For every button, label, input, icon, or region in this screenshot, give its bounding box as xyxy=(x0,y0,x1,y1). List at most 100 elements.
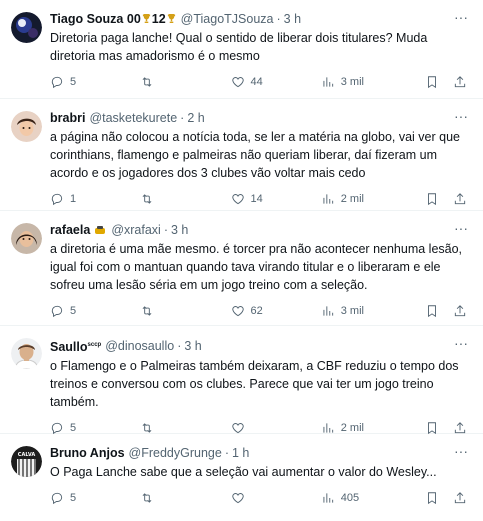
views-button[interactable]: 405 xyxy=(321,491,391,505)
timestamp[interactable]: 1 h xyxy=(232,444,249,462)
reply-button[interactable]: 1 xyxy=(50,192,120,206)
reply-count: 5 xyxy=(70,76,77,88)
reply-count: 5 xyxy=(70,422,77,435)
display-name[interactable]: Saullosccp xyxy=(50,336,101,356)
bookmark-icon[interactable] xyxy=(425,304,439,318)
action-bar: 5 44 3 mil xyxy=(50,65,469,99)
more-icon[interactable]: ··· xyxy=(453,10,469,26)
avatar[interactable]: CALVA xyxy=(11,446,42,477)
separator-dot: · xyxy=(276,12,281,26)
emoji-icon xyxy=(95,225,106,234)
reply-tweet[interactable]: Saullosccp @dinosaullo · 3 h ··· o Flame… xyxy=(0,326,483,435)
retweet-icon xyxy=(142,306,152,316)
separator-dot: · xyxy=(180,111,185,125)
tweet-text: a diretoria é uma mãe mesmo. é torcer pr… xyxy=(50,242,463,292)
like-icon xyxy=(231,306,244,317)
retweet-button[interactable] xyxy=(140,304,210,318)
action-bar: 5 405 xyxy=(50,481,469,515)
avatar[interactable] xyxy=(11,111,42,142)
tweet-content: rafaela @xrafaxi · 3 h ··· a diretoria é… xyxy=(50,221,469,325)
timestamp[interactable]: 3 h xyxy=(184,337,201,355)
share-icon[interactable] xyxy=(453,75,467,89)
reply-icon xyxy=(51,193,63,206)
reply-button[interactable]: 5 xyxy=(50,304,120,318)
views-button[interactable]: 3 mil xyxy=(321,75,391,89)
reply-icon xyxy=(51,305,63,318)
more-icon[interactable]: ··· xyxy=(453,336,469,352)
share-icon[interactable] xyxy=(453,304,467,318)
tweet-header: rafaela @xrafaxi · 3 h xyxy=(50,221,469,239)
more-icon[interactable]: ··· xyxy=(453,444,469,460)
view-count: 2 mil xyxy=(340,422,364,435)
like-icon xyxy=(231,77,244,88)
display-name[interactable]: Bruno Anjos xyxy=(50,444,125,462)
user-handle[interactable]: @TiagoTJSouza xyxy=(181,10,274,28)
view-count: 2 mil xyxy=(340,193,364,205)
tail-actions xyxy=(411,491,467,505)
more-icon[interactable]: ··· xyxy=(453,221,469,237)
views-icon xyxy=(323,306,333,316)
share-icon[interactable] xyxy=(453,491,467,505)
tail-actions xyxy=(411,304,467,318)
tweet-text: o Flamengo e o Palmeiras também deixaram… xyxy=(50,359,459,410)
user-handle[interactable]: @tasketekurete xyxy=(89,109,177,127)
reply-tweet[interactable]: rafaela @xrafaxi · 3 h ··· a diretoria é… xyxy=(0,211,483,326)
views-button[interactable]: 3 mil xyxy=(321,304,391,318)
reply-count: 5 xyxy=(70,305,77,317)
display-name[interactable]: brabri xyxy=(50,109,85,127)
user-handle[interactable]: @FreddyGrunge xyxy=(129,444,222,462)
reply-tweet[interactable]: brabri @tasketekurete · 2 h ··· a página… xyxy=(0,99,483,211)
avatar[interactable] xyxy=(11,338,42,369)
display-name[interactable]: Tiago Souza 00 12 xyxy=(50,10,177,28)
view-count: 405 xyxy=(340,492,360,504)
tweet-text: a página não colocou a notícia toda, se … xyxy=(50,130,460,180)
tweet-header: brabri @tasketekurete · 2 h xyxy=(50,109,469,127)
timestamp[interactable]: 3 h xyxy=(284,10,301,28)
retweet-icon xyxy=(142,77,152,87)
retweet-button[interactable] xyxy=(140,75,210,89)
tweet-text: O Paga Lanche sabe que a seleção vai aum… xyxy=(50,465,437,479)
tweet-content: Tiago Souza 00 12 @TiagoTJSouza · 3 h ···… xyxy=(50,10,469,98)
retweet-button[interactable] xyxy=(140,192,210,206)
more-icon[interactable]: ··· xyxy=(453,109,469,125)
views-icon xyxy=(323,493,333,503)
tweet-text: Diretoria paga lanche! Qual o sentido de… xyxy=(50,31,428,63)
like-button[interactable]: 14 xyxy=(231,192,301,206)
reply-tweet[interactable]: CALVA Bruno Anjos @FreddyGrunge · 1 h ··… xyxy=(0,434,483,521)
like-icon xyxy=(231,493,244,504)
retweet-icon xyxy=(142,194,152,204)
avatar[interactable] xyxy=(11,223,42,254)
bookmark-icon[interactable] xyxy=(425,192,439,206)
share-icon[interactable] xyxy=(453,192,467,206)
user-handle[interactable]: @xrafaxi xyxy=(111,221,161,239)
bookmark-icon[interactable] xyxy=(425,75,439,89)
view-count: 3 mil xyxy=(340,76,364,88)
reply-button[interactable]: 5 xyxy=(50,491,120,505)
views-icon xyxy=(323,194,333,204)
timestamp[interactable]: 3 h xyxy=(171,221,188,239)
tail-actions xyxy=(411,75,467,89)
bookmark-icon[interactable] xyxy=(425,491,439,505)
like-button[interactable]: 44 xyxy=(231,75,301,89)
user-handle[interactable]: @dinosaullo xyxy=(105,337,174,355)
tweet-header: Saullosccp @dinosaullo · 3 h xyxy=(50,336,469,356)
like-button[interactable]: 62 xyxy=(231,304,301,318)
tweet-content: Bruno Anjos @FreddyGrunge · 1 h ··· O Pa… xyxy=(50,444,469,521)
views-button[interactable]: 2 mil xyxy=(321,192,391,206)
timestamp[interactable]: 2 h xyxy=(187,109,204,127)
reply-count: 1 xyxy=(70,193,77,205)
trophy-icon xyxy=(167,14,175,23)
display-name[interactable]: rafaela xyxy=(50,221,90,239)
name-suffix: sccp xyxy=(87,342,102,348)
like-count: 44 xyxy=(250,76,263,88)
tweet-content: Saullosccp @dinosaullo · 3 h ··· o Flame… xyxy=(50,336,469,435)
retweet-button[interactable] xyxy=(140,491,210,505)
reply-tweet[interactable]: Tiago Souza 00 12 @TiagoTJSouza · 3 h ···… xyxy=(0,0,483,99)
like-count: 62 xyxy=(250,305,263,317)
views-icon xyxy=(323,77,333,87)
reply-button[interactable]: 5 xyxy=(50,75,120,89)
reply-count: 5 xyxy=(70,492,77,504)
like-button[interactable] xyxy=(231,491,301,505)
reply-icon xyxy=(51,492,63,505)
avatar[interactable] xyxy=(11,12,42,43)
